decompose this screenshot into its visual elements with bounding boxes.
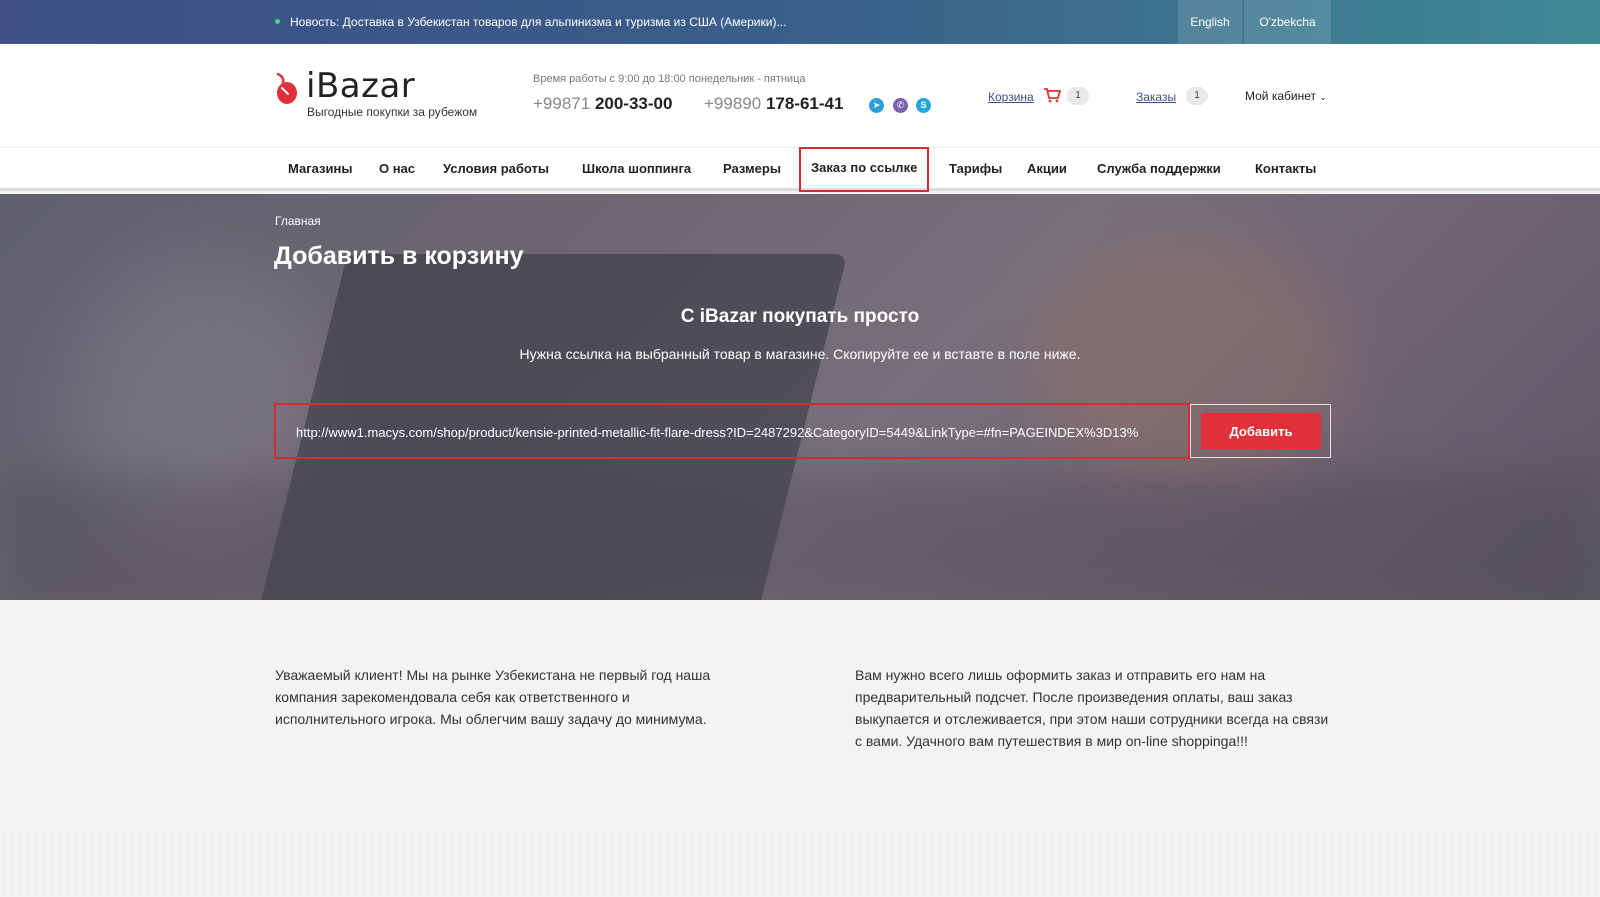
phone-1-number: 200-33-00: [594, 94, 673, 113]
url-input-box: [274, 403, 1190, 459]
skype-icon[interactable]: S: [916, 98, 931, 113]
lang-uzbek-button[interactable]: O'zbekcha: [1244, 0, 1331, 44]
logo-mouse-icon[interactable]: [274, 72, 300, 106]
phone-2[interactable]: +99890 178-61-41: [704, 94, 843, 114]
nav-item-support[interactable]: Служба поддержки: [1097, 148, 1221, 189]
phone-1-code: +99871: [533, 94, 591, 113]
phone-2-number: 178-61-41: [765, 94, 844, 113]
hero-section: Главная Добавить в корзину С iBazar поку…: [0, 194, 1600, 600]
cart-icon[interactable]: [1043, 87, 1061, 103]
telegram-icon[interactable]: ➤: [869, 98, 884, 113]
info-section: Уважаемый клиент! Мы на рынке Узбекистан…: [0, 600, 1600, 897]
phone-1[interactable]: +99871 200-33-00: [533, 94, 672, 114]
my-cabinet-label: Мой кабинет: [1245, 89, 1317, 103]
phone-2-code: +99890: [704, 94, 762, 113]
nav-item-order-by-link[interactable]: Заказ по ссылке: [799, 147, 930, 192]
cart-count-badge: 1: [1067, 87, 1089, 105]
hero-heading: С iBazar покупать просто: [680, 306, 920, 327]
info-text-left: Уважаемый клиент! Мы на рынке Узбекистан…: [275, 667, 711, 727]
hero-background-desk: [0, 474, 1600, 600]
product-url-input[interactable]: [296, 422, 1171, 442]
info-text-right: Вам нужно всего лишь оформить заказ и от…: [855, 667, 1329, 749]
logo-text[interactable]: iBazar: [306, 66, 415, 106]
nav-item-shopping-school[interactable]: Школа шоппинга: [582, 148, 691, 189]
add-button-wrap: Добавить: [1190, 404, 1331, 458]
orders-count-badge: 1: [1186, 87, 1208, 105]
news-topbar: Новость: Доставка в Узбекистан товаров д…: [0, 0, 1600, 44]
nav-item-contacts[interactable]: Контакты: [1255, 148, 1316, 189]
news-dot-icon: [275, 19, 280, 24]
breadcrumb-home[interactable]: Главная: [275, 214, 321, 228]
page-title: Добавить в корзину: [274, 242, 524, 270]
nav-item-promotions[interactable]: Акции: [1027, 148, 1067, 189]
add-to-cart-button[interactable]: Добавить: [1201, 413, 1321, 449]
nav-item-sizes[interactable]: Размеры: [723, 148, 781, 189]
nav-item-terms[interactable]: Условия работы: [443, 148, 549, 189]
nav-item-tariffs[interactable]: Тарифы: [949, 148, 1002, 189]
chevron-down-icon: ⌄: [1319, 92, 1327, 102]
work-hours: Время работы с 9:00 до 18:00 понедельник…: [533, 73, 806, 85]
lang-english-button[interactable]: English: [1178, 0, 1242, 44]
cart-link[interactable]: Корзина: [988, 90, 1034, 104]
nav-item-shops[interactable]: Магазины: [288, 148, 352, 189]
my-cabinet-dropdown[interactable]: Мой кабинет ⌄: [1245, 89, 1327, 103]
dotted-pattern: [0, 830, 1600, 897]
hero-subheading: Нужна ссылка на выбранный товар в магази…: [519, 346, 1081, 362]
main-nav: Магазины О нас Условия работы Школа шопп…: [0, 147, 1600, 192]
news-text[interactable]: Новость: Доставка в Узбекистан товаров д…: [290, 15, 786, 29]
logo-subtitle: Выгодные покупки за рубежом: [307, 105, 478, 119]
orders-link[interactable]: Заказы: [1136, 90, 1176, 104]
site-header: iBazar Выгодные покупки за рубежом Время…: [0, 44, 1600, 147]
viber-icon[interactable]: ✆: [893, 98, 908, 113]
nav-item-about[interactable]: О нас: [379, 148, 415, 189]
